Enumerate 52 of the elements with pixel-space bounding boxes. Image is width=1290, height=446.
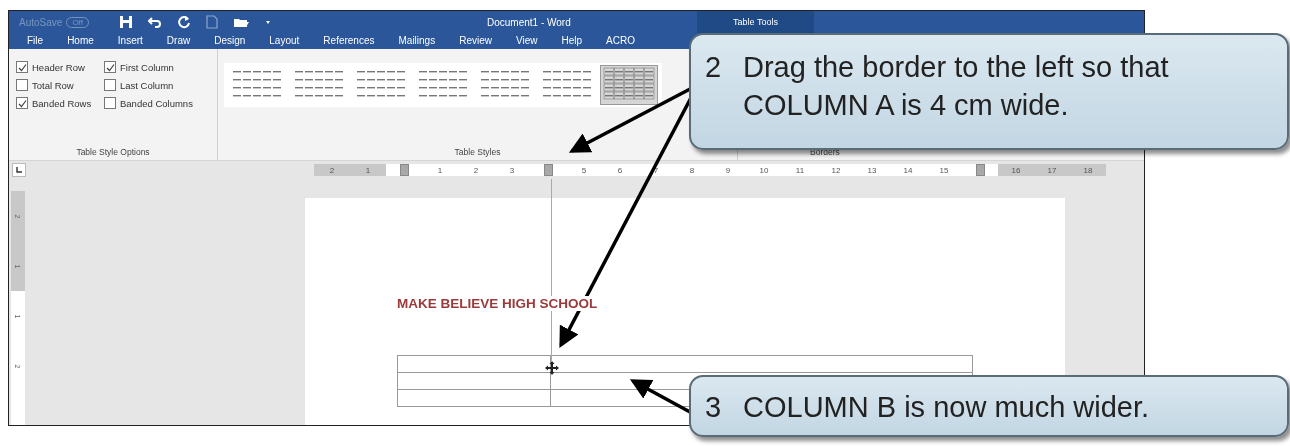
step-number: 2: [705, 50, 723, 85]
checkbox[interactable]: [104, 61, 116, 73]
ribbon-tab[interactable]: Layout: [257, 33, 312, 49]
checkbox-label: Header Row: [32, 61, 85, 73]
instruction-text: COLUMN B is now much wider.: [743, 390, 1151, 425]
step-number: 3: [705, 390, 723, 425]
ribbon-tab[interactable]: Home: [55, 33, 106, 49]
move-cursor-icon: [545, 361, 559, 375]
new-document-icon[interactable]: [206, 15, 218, 29]
tab-stop-icon[interactable]: [12, 163, 26, 177]
group-label: Table Style Options: [76, 147, 150, 157]
checkbox-label: First Column: [120, 61, 174, 73]
ribbon-tab[interactable]: Mailings: [386, 33, 448, 49]
ruler-number: 16: [998, 164, 1034, 176]
ruler-number: 18: [1070, 164, 1106, 176]
ribbon-tab[interactable]: Help: [549, 33, 595, 49]
ribbon-tab[interactable]: Draw: [154, 33, 203, 49]
checkbox[interactable]: [16, 61, 28, 73]
arrow: [629, 379, 691, 414]
window-title: Document1 - Word: [487, 16, 572, 28]
checkbox-label: Banded Columns: [120, 97, 193, 109]
ribbon-tab[interactable]: View: [503, 33, 550, 49]
checkbox[interactable]: [16, 97, 28, 109]
folder-icon[interactable]: [233, 16, 249, 28]
ribbon-tab[interactable]: ACRO: [594, 33, 647, 49]
column-marker[interactable]: [975, 164, 985, 176]
checkbox[interactable]: [104, 97, 116, 109]
ruler-number: 1: [350, 164, 386, 176]
checkbox-label: Banded Rows: [32, 97, 92, 109]
context-tab-label: Table Tools: [697, 11, 814, 33]
table-style-thumbnail[interactable]: [600, 65, 658, 105]
ribbon-tab[interactable]: Design: [202, 33, 258, 49]
checkbox[interactable]: [104, 79, 116, 91]
ribbon-tab[interactable]: Insert: [105, 33, 155, 49]
column-marker[interactable]: [543, 164, 553, 176]
ruler-number: 17: [1034, 164, 1070, 176]
column-marker[interactable]: [399, 164, 409, 176]
undo-icon[interactable]: [148, 15, 162, 29]
group-label: Table Styles: [454, 147, 501, 157]
ribbon-tab[interactable]: References: [311, 33, 387, 49]
document-heading: MAKE BELIEVE HIGH SCHOOL: [397, 296, 598, 311]
redo-icon[interactable]: [177, 15, 191, 29]
ribbon-tab[interactable]: File: [15, 33, 56, 49]
autosave-label: AutoSave: [19, 16, 63, 28]
horizontal-ruler[interactable]: 2 1 1 2 3 5 6 7 8 9 10 11 12 13 14 15 16 17 18: [314, 164, 1106, 176]
checkbox[interactable]: [16, 79, 28, 91]
ruler-number: 2: [314, 164, 350, 176]
dropdown-icon[interactable]: [264, 19, 272, 25]
checkbox-label: Total Row: [32, 79, 74, 91]
instruction-text: Drag the border to the left so that COLUMN A is 4 cm wide.: [743, 50, 1170, 123]
checkbox-label: Last Column: [120, 79, 174, 91]
ribbon-tab[interactable]: Review: [447, 33, 504, 49]
